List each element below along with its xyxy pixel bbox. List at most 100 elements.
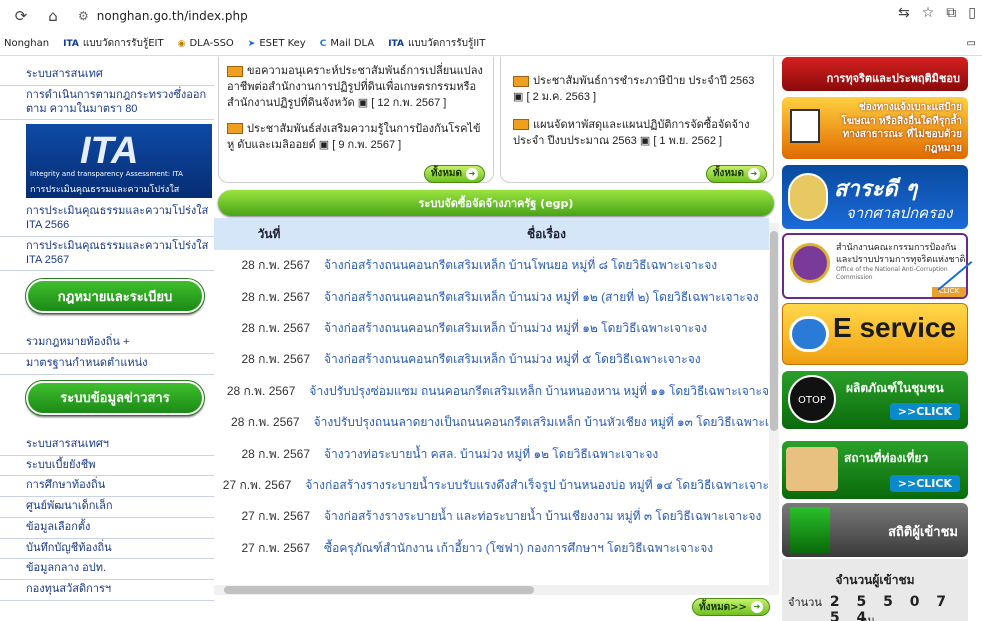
row-date: 27 ก.พ. 2567 [241, 540, 310, 555]
visitor-counter: จำนวนผู้เข้าชม จำนวน 2 5 5 0 7 5 4 คน [782, 559, 968, 621]
ita-icon: ITA [63, 38, 79, 49]
news-all-button[interactable]: ทั้งหมด ➜ [705, 165, 767, 183]
sidebar-link[interactable]: การประเมินคุณธรรมและความโปร่งใส ITA 2567 [0, 237, 214, 272]
table-row: 27 ก.พ. 2567 ซื้อครุภัณฑ์สำนักงาน เก้าอี้… [214, 533, 769, 564]
news-item[interactable]: ประชาสัมพันธ์การชำระภาษีป้าย ประจำปี 256… [513, 74, 765, 106]
news-box-left: ขอความอนุเคราะห์ประชาสัมพันธ์การเปลี่ยนแ… [218, 57, 494, 183]
scroll-thumb[interactable] [224, 586, 534, 594]
row-title-link[interactable]: จ้างก่อสร้างรางระบายน้ำ และท่อระบายน้ำ บ… [324, 507, 761, 526]
table-row: 28 ก.พ. 2567 จ้างก่อสร้างถนนคอนกรีตเสริมเ… [214, 281, 769, 312]
bookmark-label: แบบวัดการรับรู้IIT [407, 38, 486, 49]
table-row: 28 ก.พ. 2567 จ้างปรับปรุงถนนลาดยางเป็นถนน… [214, 407, 769, 438]
row-title-link[interactable]: จ้างปรับปรุงถนนลาดยางเป็นถนนคอนกรีตเสริม… [314, 413, 769, 432]
egp-vertical-scrollbar[interactable] [769, 223, 779, 595]
tourism-banner[interactable]: สถานที่ท่องเที่ยว >>CLICK [782, 441, 968, 499]
sidebar-link[interactable]: รวมกฎหมายท้องถิ่น + [0, 333, 214, 354]
bookmark-nonghan[interactable]: Nonghan [4, 38, 49, 49]
counter-unit: คน [860, 614, 875, 621]
sidebar-link[interactable]: การประเมินคุณธรรมและความโปร่งใส ITA 2566 [0, 202, 214, 237]
bookmark-label: Nonghan [4, 38, 50, 49]
news-title: ประชาสัมพันธ์การชำระภาษีป้าย ประจำปี 256… [533, 75, 755, 87]
ita-banner[interactable]: ITA Integrity and transparency Assessmen… [26, 124, 212, 199]
admin-court-banner[interactable]: สาระดี ๆจากศาลปกครอง [782, 165, 968, 229]
row-date: 27 ก.พ. 2567 [241, 509, 310, 524]
otop-banner[interactable]: OTOP ผลิตภัณฑ์ในชุมชน >>CLICK [782, 371, 968, 429]
ita-line2: การประเมินคุณธรรมและความโปร่งใส [30, 185, 180, 196]
banner-text: E service [833, 312, 956, 343]
egp-horizontal-scrollbar[interactable] [214, 585, 769, 595]
ita-logo: ITA [80, 130, 139, 173]
row-title-link[interactable]: ซื้อครุภัณฑ์สำนักงาน เก้าอี้ยาว (โซฟา) ก… [324, 539, 713, 558]
bookmarks-bar: Nonghan ITA แบบวัดการรับรู้EIT ◉ DLA-SSO ➤… [0, 32, 982, 56]
row-title-link[interactable]: จ้างก่อสร้างถนนคอนกรีตเสริมเหล็ก บ้านโพน… [324, 256, 717, 275]
news-date: [ 1 พ.ย. 2562 ] [653, 134, 723, 147]
row-title-link[interactable]: จ้างก่อสร้างถนนคอนกรีตเสริมเหล็ก บ้านม่ว… [324, 288, 759, 307]
arrow-icon: ➜ [750, 601, 763, 613]
egp-all-button[interactable]: ทั้งหมด>> ➜ [692, 598, 770, 616]
stats-banner[interactable]: สถิติผู้เข้าชม [782, 503, 968, 557]
news-item[interactable]: แผนจัดหาพัสดุและแผนปฏิบัติการจัดซื้อจัดจ… [513, 118, 765, 150]
row-date: 28 ก.พ. 2567 [241, 446, 310, 461]
sidebar-link[interactable]: มาตรฐานกำหนดตำแหน่ง [0, 354, 214, 375]
click-label: >>CLICK [889, 475, 960, 492]
sidebar-link[interactable]: การดำเนินการตามกฎกระทรวงซึ่งออก ตาม ความ… [0, 86, 214, 121]
folder-icon[interactable]: ▭ [967, 38, 976, 49]
site-info-icon[interactable]: ⚙ [78, 9, 89, 23]
sidebar-link[interactable]: ระบบสารสนเทศฯ [0, 435, 214, 456]
row-title-link[interactable]: จ้างก่อสร้างรางระบายน้ำระบบรับแรงดึงสำเร… [305, 476, 769, 495]
envelope-icon [513, 75, 529, 87]
sidebar-link[interactable]: ศูนย์พัฒนาเด็กเล็ก [0, 497, 214, 518]
info-header: ระบบข้อมูลข่าวสาร [25, 379, 205, 416]
scroll-thumb[interactable] [770, 231, 778, 431]
reload-icon[interactable]: ⟳ [8, 3, 34, 29]
bookmark-mail-dla[interactable]: C Mail DLA [320, 38, 374, 49]
e-service-banner[interactable]: E service [782, 303, 968, 365]
bookmark-eset[interactable]: ➤ ESET Key [248, 38, 306, 49]
row-date: 28 ก.พ. 2567 [241, 352, 310, 367]
bookmark-star-icon[interactable]: ☆ [922, 5, 935, 21]
row-title-link[interactable]: จ้างก่อสร้างถนนคอนกรีตเสริมเหล็ก บ้านม่ว… [324, 350, 701, 369]
tourism-photo-icon [786, 447, 838, 491]
row-date: 28 ก.พ. 2567 [241, 258, 310, 273]
banner-text: สำนักงานคณะกรรมการป้องกัน และปราบปรามการ… [836, 243, 966, 265]
address-bar[interactable]: ⚙ nonghan.go.th/index.php [78, 5, 898, 27]
banner-text: ช่องทางแจ้งเบาะแสป้ายโฆษณา หรือสิ่งอื่นใ… [841, 102, 962, 154]
mail-logo-icon: C [319, 38, 327, 49]
bookmark-label: แบบวัดการรับรู้EIT [82, 38, 164, 49]
sidebar-link[interactable]: ข้อมูลเลือกตั้ง [0, 518, 214, 539]
row-title-link[interactable]: จ้างก่อสร้างถนนคอนกรีตเสริมเหล็ก บ้านม่ว… [324, 319, 707, 338]
row-date: 28 ก.พ. 2567 [231, 415, 300, 430]
translate-icon[interactable]: ⇆ [898, 5, 910, 21]
news-item[interactable]: ประชาสัมพันธ์ส่งเสริมความรู้ในการป้องกัน… [227, 122, 485, 154]
bookmark-iit[interactable]: ITA แบบวัดการรับรู้IIT [388, 36, 485, 51]
sidepanel-icon[interactable]: ▯ [968, 5, 976, 21]
row-title-link[interactable]: จ้างปรับปรุงซ่อมแซม ถนนคอนกรีตเสริมเหล็ก… [309, 382, 769, 401]
bookmark-dla-sso[interactable]: ◉ DLA-SSO [178, 38, 234, 49]
sidebar-link[interactable]: กองทุนสวัสดิการฯ [0, 580, 214, 601]
egp-header: ระบบจัดซื้อจัดจ้างภาครัฐ (egp) [218, 190, 774, 216]
news-item[interactable]: ขอความอนุเคราะห์ประชาสัมพันธ์การเปลี่ยนแ… [227, 64, 485, 112]
banner-subtitle: จากศาลปกครอง [846, 204, 953, 222]
news-all-button[interactable]: ทั้งหมด ➜ [423, 165, 485, 183]
news-date: [ 2 ม.ค. 2563 ] [526, 90, 597, 103]
counter-digits: 2 5 5 0 7 5 4 [829, 594, 953, 621]
anti-corruption-banner[interactable]: การทุจริตและประพฤติมิชอบ [782, 57, 968, 91]
sidebar-link[interactable]: ระบบสารสนเทศ [0, 65, 214, 86]
col-title-header: ชื่อเรื่อง [527, 226, 566, 241]
bookmark-eit[interactable]: ITA แบบวัดการรับรู้EIT [63, 36, 164, 51]
all-label: ทั้งหมด [712, 167, 744, 179]
sidebar-link[interactable]: บันทึกบัญชีท้องถิ่น [0, 539, 214, 560]
sidebar-link[interactable]: การศึกษาท้องถิ่น [0, 476, 214, 497]
extensions-icon[interactable]: ⧉ [946, 5, 956, 21]
counter-title: จำนวนผู้เข้าชม [835, 573, 915, 587]
report-billboard-banner[interactable]: ช่องทางแจ้งเบาะแสป้ายโฆษณา หรือสิ่งอื่นใ… [782, 97, 968, 159]
sidebar-link[interactable]: ระบบเบี้ยยังชีพ [0, 456, 214, 477]
table-row: 27 ก.พ. 2567 จ้างก่อสร้างรางระบายน้ำระบบร… [214, 470, 769, 501]
otop-logo: OTOP [788, 375, 836, 423]
envelope-icon [513, 119, 529, 131]
home-icon[interactable]: ⌂ [40, 3, 66, 29]
row-title-link[interactable]: จ้างวางท่อระบายน้ำ คสล. บ้านม่วง หมู่ที่… [324, 445, 658, 464]
sidebar-link[interactable]: ข้อมูลกลาง อปท. [0, 559, 214, 580]
table-row: 28 ก.พ. 2567 จ้างก่อสร้างถนนคอนกรีตเสริมเ… [214, 313, 769, 344]
counter-prefix: จำนวน [788, 596, 822, 609]
